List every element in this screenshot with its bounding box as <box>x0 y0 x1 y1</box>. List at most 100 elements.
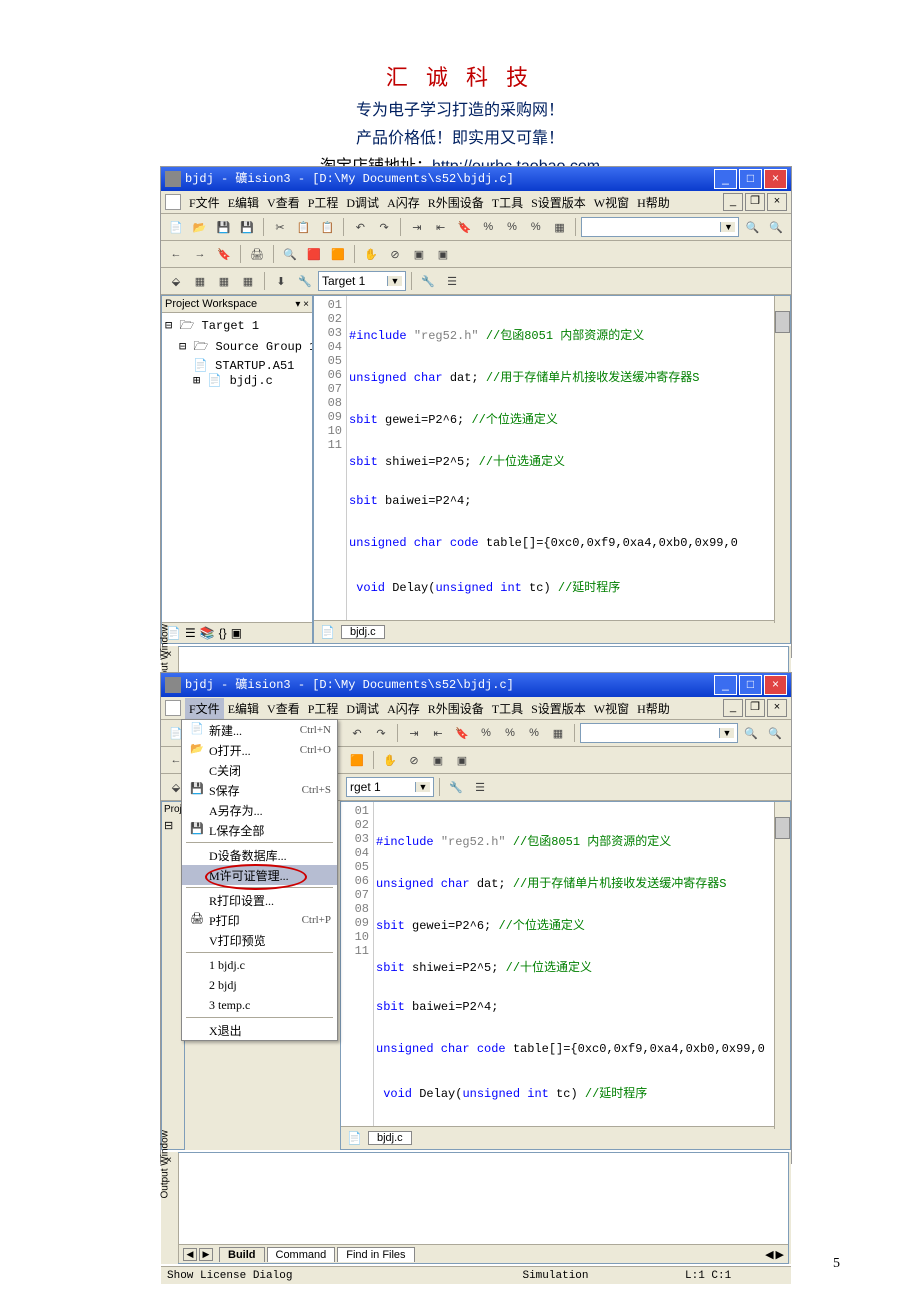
menu-window[interactable]: W视窗 <box>590 698 633 719</box>
close-button[interactable]: × <box>764 169 787 189</box>
menu-debug[interactable]: D调试 <box>342 698 383 719</box>
menu-project[interactable]: P工程 <box>304 698 343 719</box>
build-all-icon[interactable]: ▦ <box>213 270 235 292</box>
menu-help[interactable]: H帮助 <box>633 192 674 213</box>
menu-help[interactable]: H帮助 <box>633 698 674 719</box>
mdi-close[interactable]: × <box>767 193 787 211</box>
tool-icon[interactable]: % <box>477 216 499 238</box>
menu-svcs[interactable]: S设置版本 <box>527 192 590 213</box>
copy-icon[interactable]: 📋 <box>293 216 315 238</box>
undo-icon[interactable]: ↶ <box>349 216 371 238</box>
mdi-restore[interactable]: ❐ <box>745 193 765 211</box>
output-tab-build[interactable]: Build <box>219 1247 265 1262</box>
workspace-close-icon[interactable]: ▾ × <box>295 299 309 310</box>
tool-icon-4[interactable]: ▦ <box>549 216 571 238</box>
code-editor[interactable]: 0102030405060708091011 #include "reg52.h… <box>313 295 791 644</box>
file-menu-item[interactable]: 3 temp.c <box>182 995 337 1015</box>
save-icon[interactable]: 💾 <box>213 216 235 238</box>
menu-edit[interactable]: E编辑 <box>224 192 263 213</box>
file-menu-item[interactable]: X退出 <box>182 1020 337 1040</box>
menu-svcs[interactable]: S设置版本 <box>527 698 590 719</box>
menu-debug[interactable]: D调试 <box>342 192 383 213</box>
menu-peripherals[interactable]: R外围设备 <box>424 192 488 213</box>
hand-icon[interactable]: ✋ <box>360 243 382 265</box>
save-all-icon[interactable]: 💾 <box>236 216 258 238</box>
project-tree[interactable]: ⊟ 🗁 Target 1 ⊟ 🗁 Source Group 1 📄 STARTU… <box>162 313 312 622</box>
outdent-icon[interactable]: ⇤ <box>430 216 452 238</box>
ws-tab-func[interactable]: {} <box>219 626 227 640</box>
file-menu-item[interactable]: 1 bjdj.c <box>182 955 337 975</box>
list-icon[interactable]: ☰ <box>441 270 463 292</box>
ws-tab-templ[interactable]: ▣ <box>231 626 242 640</box>
redo-icon[interactable]: ↷ <box>370 722 392 744</box>
debug-icon[interactable]: 🔍 <box>279 243 301 265</box>
file-menu-item[interactable]: V打印预览 <box>182 930 337 950</box>
menu-tools[interactable]: T工具 <box>488 698 527 719</box>
menu-file[interactable]: F文件 <box>185 192 224 213</box>
options2-icon[interactable]: 🔧 <box>417 270 439 292</box>
bookmark2-icon[interactable]: 🔖 <box>213 243 235 265</box>
file-menu-item[interactable]: 2 bjdj <box>182 975 337 995</box>
stop-build-icon[interactable]: ▦ <box>237 270 259 292</box>
code-area[interactable]: #include "reg52.h" //包函8051 内部资源的定义 unsi… <box>347 296 790 620</box>
build-icon[interactable]: ⬙ <box>165 270 187 292</box>
file-menu-item[interactable]: 📂O打开...Ctrl+O <box>182 740 337 760</box>
new-icon[interactable]: 📄 <box>165 216 187 238</box>
target-combo[interactable]: rget 1▼ <box>346 777 434 797</box>
cut-icon[interactable]: ✂ <box>269 216 291 238</box>
ws-tab-regs[interactable]: ☰ <box>185 626 196 640</box>
bookmark-icon[interactable]: 🔖 <box>454 216 476 238</box>
file-menu-item[interactable]: 🖨P打印Ctrl+P <box>182 910 337 930</box>
file-menu-item[interactable]: 📄新建...Ctrl+N <box>182 720 337 740</box>
find-combo[interactable]: ▼ <box>581 217 739 237</box>
menu-flash[interactable]: A闪存 <box>383 698 424 719</box>
forward-icon[interactable]: → <box>189 243 211 265</box>
file-menu-item[interactable]: C关闭 <box>182 760 337 780</box>
open-icon[interactable]: 📂 <box>189 216 211 238</box>
mdi-minimize[interactable]: _ <box>723 193 743 211</box>
tool-icon-2[interactable]: % <box>501 216 523 238</box>
menu-view[interactable]: V查看 <box>263 192 304 213</box>
ws-tab-books[interactable]: 📚 <box>200 626 215 640</box>
close-button[interactable]: × <box>764 675 787 695</box>
file-menu-item[interactable]: M许可证管理... <box>182 865 337 885</box>
find-icon[interactable]: 🔍 <box>741 216 763 238</box>
file-menu-item[interactable]: R打印设置... <box>182 890 337 910</box>
bp-icon[interactable]: 🟥 <box>303 243 325 265</box>
editor-tab[interactable]: bjdj.c <box>341 625 385 639</box>
print-icon[interactable]: 🖨 <box>246 243 268 265</box>
code-area[interactable]: #include "reg52.h" //包函8051 内部资源的定义 unsi… <box>374 802 790 1126</box>
maximize-button[interactable]: □ <box>739 675 762 695</box>
menu-flash[interactable]: A闪存 <box>383 192 424 213</box>
redo-icon[interactable]: ↷ <box>373 216 395 238</box>
minimize-button[interactable]: _ <box>714 169 737 189</box>
step2-icon[interactable]: ▣ <box>432 243 454 265</box>
output-tab-command[interactable]: Command <box>267 1247 336 1262</box>
rebuild-icon[interactable]: ▦ <box>189 270 211 292</box>
bp2-icon[interactable]: 🟧 <box>327 243 349 265</box>
file-menu-item[interactable]: 💾L保存全部 <box>182 820 337 840</box>
file-menu-item[interactable]: D设备数据库... <box>182 845 337 865</box>
menu-peripherals[interactable]: R外围设备 <box>424 698 488 719</box>
code-editor[interactable]: 0102030405060708091011 #include "reg52.h… <box>340 801 791 1150</box>
editor-vscroll[interactable] <box>774 802 790 1129</box>
menu-project[interactable]: P工程 <box>304 192 343 213</box>
menu-tools[interactable]: T工具 <box>488 192 527 213</box>
find-combo[interactable]: ▼ <box>580 723 738 743</box>
options-icon[interactable]: 🔧 <box>294 270 316 292</box>
menu-file[interactable]: F文件 <box>185 698 224 719</box>
editor-tab[interactable]: bjdj.c <box>368 1131 412 1145</box>
undo-icon[interactable]: ↶ <box>346 722 368 744</box>
target-combo[interactable]: Target 1▼ <box>318 271 406 291</box>
file-menu-item[interactable]: 💾S保存Ctrl+S <box>182 780 337 800</box>
stop-icon[interactable]: ⊘ <box>384 243 406 265</box>
file-menu-item[interactable]: A另存为... <box>182 800 337 820</box>
download-icon[interactable]: ⬇ <box>270 270 292 292</box>
menu-window[interactable]: W视窗 <box>590 192 633 213</box>
tool-icon-3[interactable]: % <box>525 216 547 238</box>
minimize-button[interactable]: _ <box>714 675 737 695</box>
editor-vscroll[interactable] <box>774 296 790 623</box>
output-tab-find[interactable]: Find in Files <box>337 1247 414 1262</box>
step-icon[interactable]: ▣ <box>408 243 430 265</box>
indent-icon[interactable]: ⇥ <box>406 216 428 238</box>
